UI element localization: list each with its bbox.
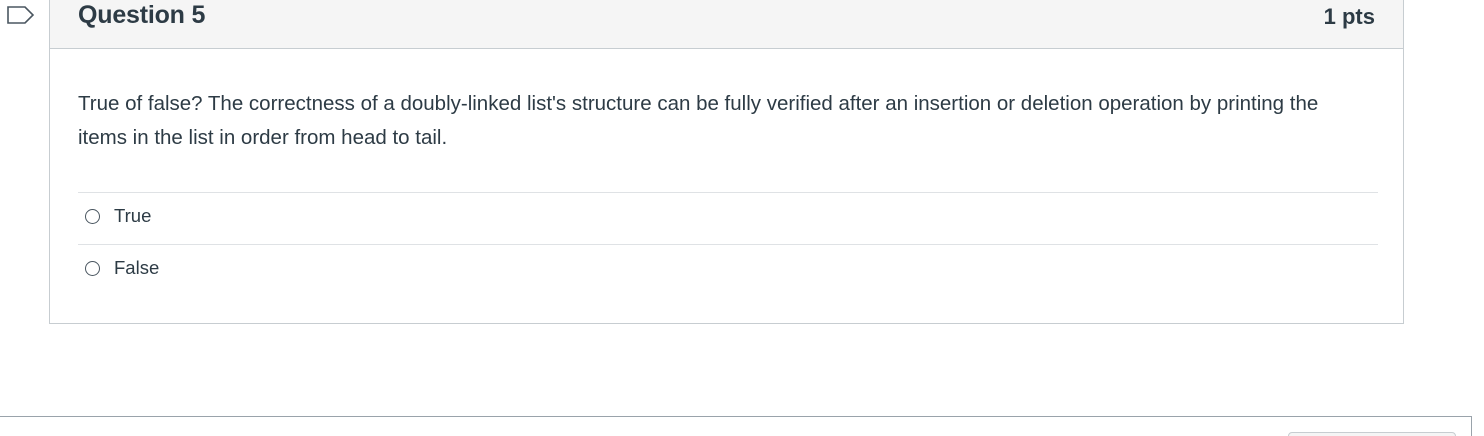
answer-option-false[interactable]: False [78, 244, 1378, 296]
footer-divider-edge [1471, 416, 1472, 436]
question-title: Question 5 [78, 1, 206, 29]
flag-question-icon[interactable] [6, 4, 36, 26]
answer-list: True False [78, 192, 1378, 296]
answer-label: False [114, 257, 160, 278]
radio-button-true[interactable] [85, 209, 100, 224]
footer-button[interactable] [1288, 432, 1456, 436]
quiz-page: Question 5 1 pts True of false? The corr… [0, 0, 1484, 436]
answer-option-true[interactable]: True [78, 192, 1378, 244]
question-text: True of false? The correctness of a doub… [78, 92, 1319, 149]
question-card: Question 5 1 pts True of false? The corr… [49, 0, 1404, 324]
radio-button-false[interactable] [85, 261, 100, 276]
footer-divider [0, 416, 1472, 417]
question-points: 1 pts [1323, 4, 1375, 29]
question-header: Question 5 1 pts [50, 0, 1403, 49]
answer-label: True [114, 205, 152, 226]
